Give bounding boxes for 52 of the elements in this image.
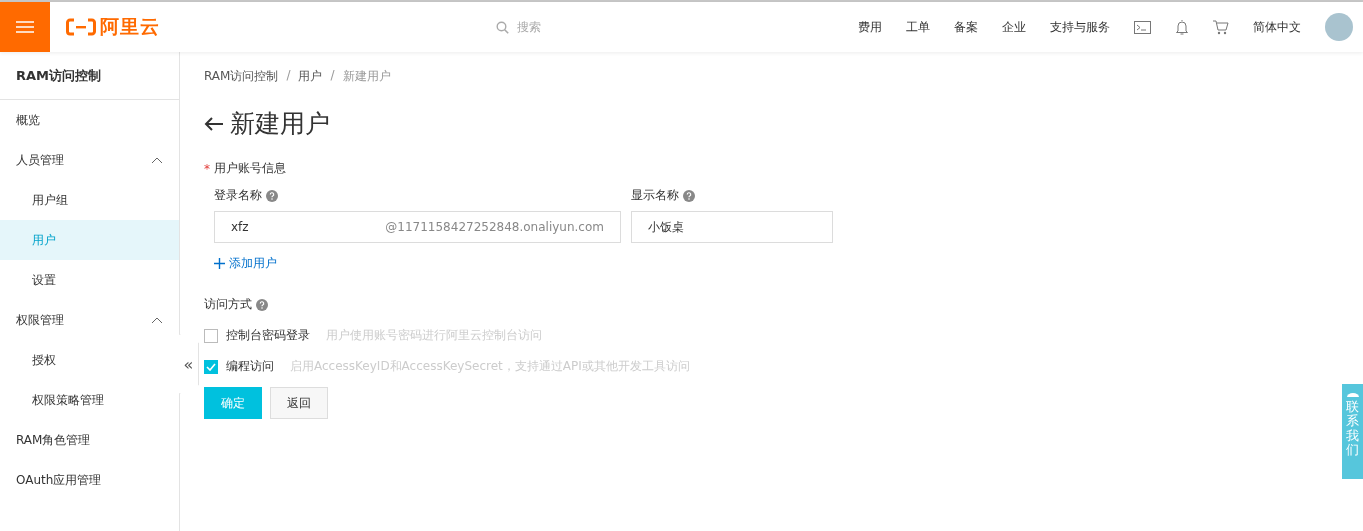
display-name-field[interactable]: 小饭桌 [631, 211, 833, 243]
sidebar-item[interactable]: 人员管理 [0, 140, 179, 180]
sidebar-item[interactable]: 权限策略管理 [0, 380, 179, 420]
checkbox[interactable] [204, 359, 218, 374]
nav-link[interactable]: 支持与服务 [1050, 18, 1110, 36]
section-label: 访问方式 [204, 296, 252, 313]
menu-button[interactable] [0, 2, 50, 52]
breadcrumb-link[interactable]: 用户 [298, 68, 323, 85]
nav-link[interactable]: 费用 [858, 18, 882, 36]
field-label: 登录名称 [214, 187, 262, 204]
nav-link[interactable]: 备案 [954, 18, 978, 36]
language-link[interactable]: 简体中文 [1253, 18, 1301, 36]
sidebar-title: RAM访问控制 [0, 52, 179, 100]
plus-icon [214, 258, 225, 269]
checkbox-label[interactable]: 控制台密码登录 [226, 327, 310, 344]
sidebar-item[interactable]: OAuth应用管理 [0, 460, 179, 500]
user-avatar[interactable] [1325, 13, 1353, 41]
back-arrow-icon[interactable] [204, 115, 224, 132]
nav-link[interactable]: 工单 [906, 18, 930, 36]
field-label: 显示名称 [631, 187, 679, 204]
logo-icon [66, 18, 96, 36]
help-icon[interactable] [683, 189, 695, 202]
checkbox[interactable] [204, 328, 218, 343]
sidebar-item[interactable]: RAM角色管理 [0, 420, 179, 460]
chevron-icon [151, 156, 163, 164]
required-mark: * [204, 161, 210, 176]
nav-link[interactable]: 企业 [1002, 18, 1026, 36]
sidebar-item[interactable]: 授权 [0, 340, 179, 380]
menu-icon [16, 21, 34, 33]
breadcrumb-current: 新建用户 [342, 68, 391, 85]
help-icon[interactable] [266, 189, 278, 202]
chevron-icon [151, 316, 163, 324]
help-icon[interactable] [256, 298, 268, 311]
collapse-button[interactable]: « [179, 334, 199, 394]
login-name-field[interactable]: xfz @1171158427252848.onaliyun.com [214, 211, 621, 243]
page-title: 新建用户 [230, 108, 330, 140]
back-button[interactable]: 返回 [270, 387, 328, 419]
breadcrumb-separator: / [286, 68, 291, 84]
add-user-link[interactable]: 添加用户 [214, 255, 1339, 272]
breadcrumb-separator: / [330, 68, 335, 84]
breadcrumb-link[interactable]: RAM访问控制 [204, 68, 279, 85]
search-icon [496, 20, 509, 34]
sidebar-item[interactable]: 用户组 [0, 180, 179, 220]
bell-icon[interactable] [1175, 19, 1189, 35]
logo-text: 阿里云 [100, 14, 160, 39]
checkbox-label[interactable]: 编程访问 [226, 358, 274, 375]
cart-icon[interactable] [1213, 19, 1229, 35]
sidebar-item[interactable]: 概览 [0, 100, 179, 140]
sidebar-item[interactable]: 权限管理 [0, 300, 179, 340]
section-label: 用户账号信息 [214, 160, 286, 177]
sidebar-item[interactable]: 设置 [0, 260, 179, 300]
terminal-icon[interactable] [1134, 20, 1151, 34]
